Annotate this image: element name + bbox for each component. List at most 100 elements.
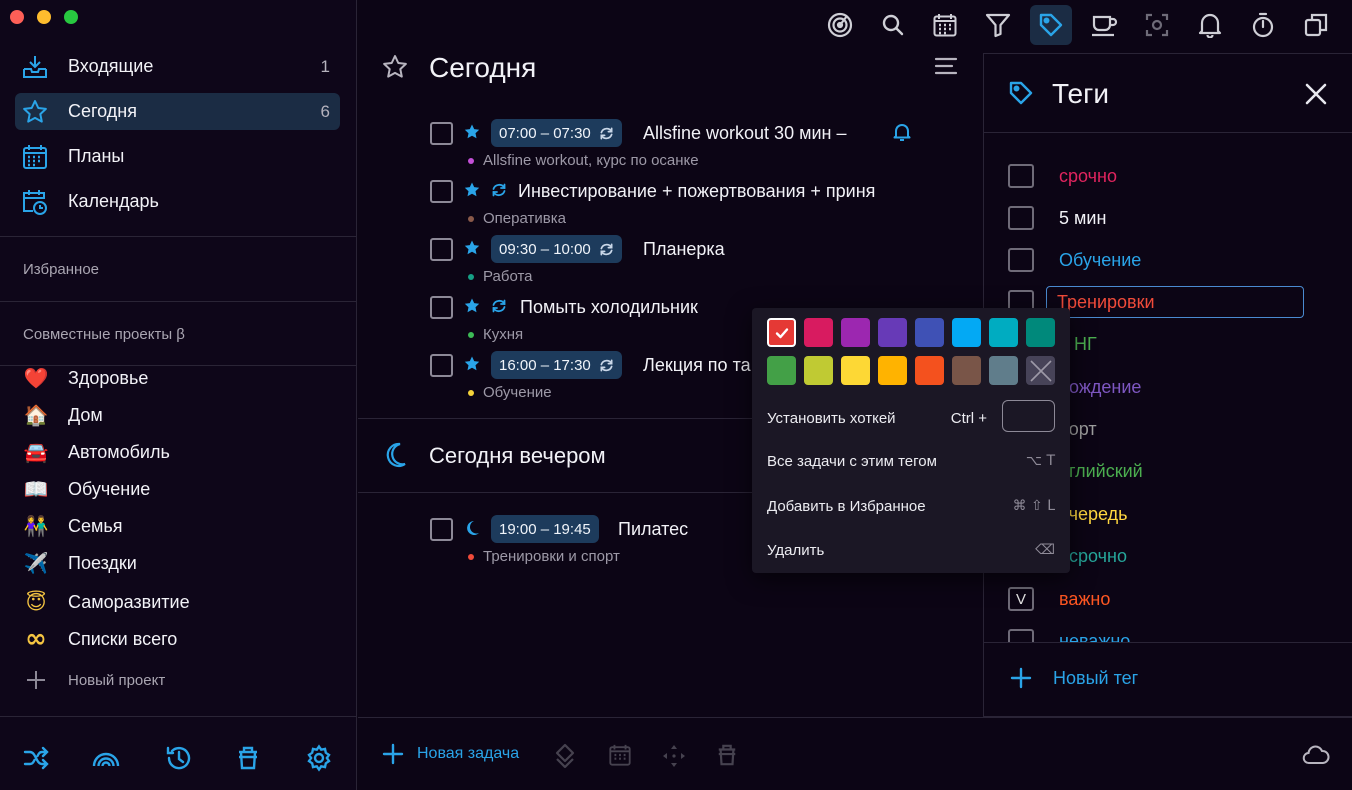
sort-menu-icon[interactable] — [934, 54, 958, 78]
settings-icon[interactable] — [304, 743, 334, 773]
color-swatch-none[interactable] — [1026, 356, 1055, 385]
star-icon[interactable] — [463, 355, 481, 373]
close-icon[interactable] — [1304, 82, 1328, 106]
trash-icon[interactable] — [233, 743, 263, 773]
moon-icon[interactable] — [463, 519, 481, 537]
sidebar-item-calendar[interactable]: Календарь — [15, 183, 340, 220]
time-chip[interactable]: 09:30 – 10:00 — [491, 235, 622, 263]
tag-item[interactable]: Vважно — [1008, 586, 1110, 612]
task-title[interactable]: Allsfine workout 30 мин – — [643, 122, 846, 144]
calendar-icon[interactable] — [608, 743, 632, 767]
task-title[interactable]: Планерка — [643, 238, 725, 260]
color-swatch-purple[interactable] — [841, 318, 870, 347]
copy-icon[interactable] — [1295, 5, 1337, 45]
tag-label[interactable]: рождение — [1059, 377, 1141, 398]
rainbow-icon[interactable] — [91, 743, 121, 773]
color-swatch-red[interactable] — [767, 318, 796, 347]
search-icon[interactable] — [872, 5, 914, 45]
color-swatch-indigo[interactable] — [915, 318, 944, 347]
color-swatch-pink[interactable] — [804, 318, 833, 347]
task-checkbox[interactable] — [430, 122, 453, 145]
task-checkbox[interactable] — [430, 354, 453, 377]
coffee-icon[interactable] — [1083, 5, 1125, 45]
time-chip[interactable]: 07:00 – 07:30 — [491, 119, 622, 147]
color-swatch-teal[interactable] — [1026, 318, 1055, 347]
project-learning[interactable]: 📖 Обучение — [23, 474, 151, 504]
task-checkbox[interactable] — [430, 180, 453, 203]
task-title[interactable]: Помыть холодильник — [520, 296, 698, 318]
history-icon[interactable] — [163, 743, 193, 773]
filter-icon[interactable] — [977, 5, 1019, 45]
task-checkbox[interactable] — [430, 296, 453, 319]
bell-icon[interactable] — [892, 122, 912, 142]
color-swatch-deep-purple[interactable] — [878, 318, 907, 347]
focus-icon[interactable] — [1136, 5, 1178, 45]
task-title[interactable]: Инвестирование + пожертвования + приня — [518, 180, 902, 202]
time-chip[interactable]: 19:00 – 19:45 — [491, 515, 599, 543]
color-swatch-green[interactable] — [767, 356, 796, 385]
color-swatch-light-blue[interactable] — [952, 318, 981, 347]
color-swatch-yellow[interactable] — [841, 356, 870, 385]
tag-item[interactable]: срочно — [1008, 163, 1117, 189]
minimize-window-button[interactable] — [37, 10, 51, 24]
task-checkbox[interactable] — [430, 518, 453, 541]
new-task-button[interactable]: Новая задача — [382, 743, 519, 765]
color-swatch-brown[interactable] — [952, 356, 981, 385]
tag-label[interactable]: нглийский — [1059, 461, 1143, 482]
tag-item[interactable]: 5 мин — [1008, 205, 1106, 231]
time-chip[interactable]: 16:00 – 17:30 — [491, 351, 622, 379]
hotkey-input[interactable] — [1002, 400, 1055, 432]
sidebar-item-today[interactable]: Сегодня 6 — [15, 93, 340, 130]
menu-item-all-tasks-with-tag[interactable]: Все задачи с этим тегом ⌥ T — [767, 449, 1055, 473]
color-swatch-orange[interactable] — [915, 356, 944, 385]
color-swatch-blue-grey[interactable] — [989, 356, 1018, 385]
star-icon[interactable] — [463, 239, 481, 257]
radar-icon[interactable] — [819, 5, 861, 45]
tag-checkbox[interactable] — [1008, 164, 1034, 188]
project-health[interactable]: ❤️ Здоровье — [23, 363, 149, 393]
tag-item[interactable]: Обучение — [1008, 247, 1141, 273]
task-title[interactable]: Пилатес — [618, 518, 688, 540]
new-tag-button[interactable]: Новый тег — [1010, 667, 1138, 689]
zoom-window-button[interactable] — [64, 10, 78, 24]
shared-projects-header[interactable]: Совместные проекты β — [23, 326, 185, 343]
favorites-header[interactable]: Избранное — [23, 261, 99, 278]
timer-icon[interactable] — [1242, 5, 1284, 45]
star-icon[interactable] — [463, 297, 481, 315]
color-swatch-cyan[interactable] — [989, 318, 1018, 347]
project-self-development[interactable]: 😇 Саморазвитие — [23, 587, 190, 617]
tag-icon[interactable] — [1030, 5, 1072, 45]
tag-name-input[interactable]: Тренировки — [1046, 286, 1304, 318]
trash-icon[interactable] — [716, 743, 738, 767]
project-trips[interactable]: ✈️ Поездки — [23, 548, 137, 578]
tag-checkbox[interactable]: V — [1008, 587, 1034, 611]
menu-item-delete[interactable]: Удалить ⌫ — [767, 538, 1055, 562]
project-family[interactable]: 👫 Семья — [23, 511, 123, 541]
tag-checkbox[interactable] — [1008, 206, 1034, 230]
color-swatch-lime[interactable] — [804, 356, 833, 385]
shuffle-icon[interactable] — [21, 743, 51, 773]
tag-label[interactable]: 5 мин — [1059, 208, 1106, 229]
priority-icon[interactable] — [554, 743, 576, 769]
star-icon[interactable] — [463, 123, 481, 141]
tag-label[interactable]: Обучение — [1059, 250, 1141, 271]
task-checkbox[interactable] — [430, 238, 453, 261]
tag-label[interactable]: срочно — [1059, 166, 1117, 187]
project-lists[interactable]: ∞ Списки всего — [23, 624, 177, 654]
project-home[interactable]: 🏠 Дом — [23, 400, 103, 430]
color-swatch-amber[interactable] — [878, 356, 907, 385]
sidebar-item-inbox[interactable]: Входящие 1 — [15, 48, 340, 85]
project-car[interactable]: 🚘 Автомобиль — [23, 437, 170, 467]
bell-icon[interactable] — [1189, 5, 1231, 45]
tag-checkbox[interactable] — [1008, 248, 1034, 272]
task-title[interactable]: Лекция по та — [643, 354, 751, 376]
cloud-icon[interactable] — [1302, 744, 1330, 766]
tag-label[interactable]: важно — [1059, 589, 1110, 610]
new-project-button[interactable]: Новый проект — [23, 665, 165, 695]
move-icon[interactable] — [661, 743, 687, 769]
calendar-icon[interactable] — [924, 5, 966, 45]
close-window-button[interactable] — [10, 10, 24, 24]
sidebar-item-plans[interactable]: Планы — [15, 138, 340, 175]
star-icon[interactable] — [463, 181, 481, 199]
menu-item-add-to-favorites[interactable]: Добавить в Избранное ⌘ ⇧ L — [767, 494, 1055, 518]
